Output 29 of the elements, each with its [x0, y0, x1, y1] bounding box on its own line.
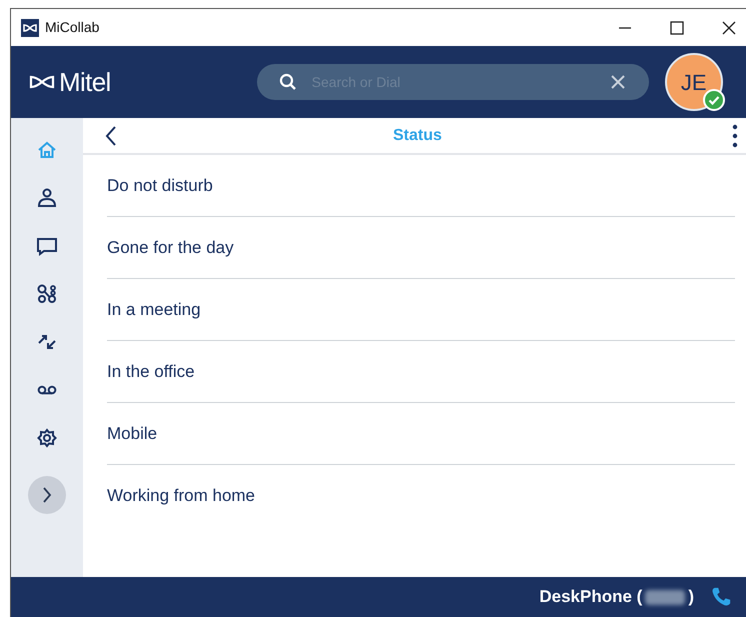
maximize-icon[interactable] [670, 20, 684, 34]
window-title: MiCollab [45, 18, 100, 37]
brand-logo-text: Mitel [59, 66, 111, 98]
page-title: Status [393, 126, 442, 146]
close-icon[interactable] [722, 20, 736, 34]
clear-icon[interactable] [610, 75, 625, 89]
mitel-logo-icon [29, 74, 55, 90]
device-label: DeskPhone ( [539, 586, 642, 608]
status-option[interactable]: In a meeting [107, 296, 201, 322]
connected-circles-icon[interactable] [36, 283, 58, 305]
status-option[interactable]: Gone for the day [107, 234, 234, 260]
status-option[interactable]: Mobile [107, 420, 158, 446]
status-option[interactable]: Working from home [107, 483, 256, 509]
app-logo-icon [21, 18, 39, 36]
device-label-end: ) [688, 586, 694, 608]
settings-icon[interactable] [36, 427, 58, 449]
search-icon [278, 73, 297, 91]
chat-bubble-icon[interactable] [36, 235, 58, 257]
redacted-number [645, 590, 686, 604]
person-icon[interactable] [36, 187, 58, 209]
avatar-initials: JE [680, 68, 706, 96]
phone-icon[interactable] [710, 586, 732, 608]
expand-sidebar-button[interactable] [28, 476, 66, 514]
status-option[interactable]: Do not disturb [107, 172, 213, 198]
user-avatar[interactable]: JE [664, 53, 723, 111]
more-options-icon[interactable] [732, 124, 738, 148]
status-option[interactable]: In the office [107, 358, 195, 384]
back-icon[interactable] [105, 126, 117, 146]
chevron-right-icon [42, 487, 52, 503]
